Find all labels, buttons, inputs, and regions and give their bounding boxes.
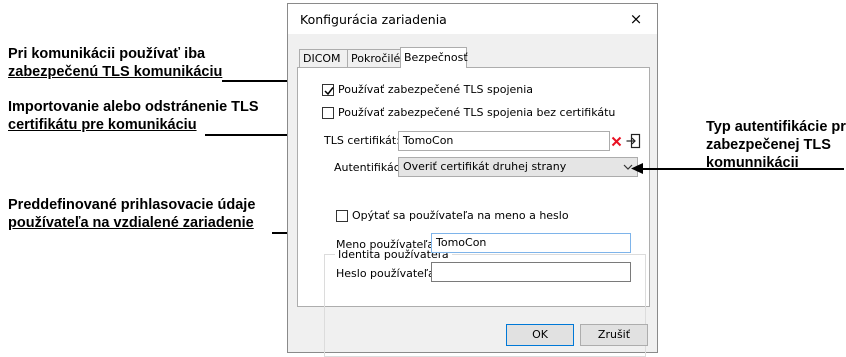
callout-auth-type: Typ autentifikácie pri zabezpečenej TLS … xyxy=(706,118,846,172)
close-icon[interactable]: × xyxy=(621,6,651,32)
tab-advanced[interactable]: Pokročilé xyxy=(347,49,401,67)
import-icon[interactable] xyxy=(626,133,641,149)
arrow-left-icon xyxy=(631,163,643,174)
callout-line: Importovanie alebo odstránenie TLS xyxy=(8,99,259,115)
security-panel: Používať zabezpečené TLS spojenia Použív… xyxy=(297,67,650,357)
tls-cert-label: TLS certifikát: xyxy=(324,134,400,147)
title-bar: Konfigurácia zariadenia × xyxy=(288,4,657,34)
use-tls-checkbox[interactable] xyxy=(322,84,334,96)
callout-cert-import: Importovanie alebo odstránenie TLS certi… xyxy=(8,98,259,134)
password-field[interactable] xyxy=(431,262,631,282)
dialog-title: Konfigurácia zariadenia xyxy=(300,12,447,27)
username-field[interactable]: TomoCon xyxy=(431,233,631,253)
authentication-select[interactable]: Overiť certifikát druhej strany xyxy=(398,157,638,177)
tls-cert-field: TomoCon xyxy=(398,131,610,151)
password-label: Heslo používateľa: xyxy=(336,267,439,280)
callout-line: zabezpečenej TLS xyxy=(706,137,831,153)
callout-line: Pri komunikácii používať iba xyxy=(8,46,206,62)
callout-line: Typ autentifikácie pri xyxy=(706,119,846,135)
username-label: Meno používateľa: xyxy=(336,238,438,251)
callout-line: zabezpečenú TLS komunikáciu xyxy=(8,64,223,80)
ok-button[interactable]: OK xyxy=(506,324,574,346)
ask-user-checkbox[interactable] xyxy=(336,210,348,222)
leader-line xyxy=(642,168,844,170)
checkmark-icon xyxy=(324,87,334,96)
tab-security[interactable]: Bezpečnosť xyxy=(400,47,468,68)
configuration-dialog: Konfigurácia zariadenia × DICOM Pokročil… xyxy=(287,3,658,357)
callout-line: Preddefinované prihlasovacie údaje xyxy=(8,197,256,213)
tab-dicom[interactable]: DICOM xyxy=(299,49,348,67)
cancel-button[interactable]: Zrušiť xyxy=(580,324,648,346)
ask-user-label: Opýtať sa používateľa na meno a heslo xyxy=(352,209,569,222)
callout-credentials: Preddefinované prihlasovacie údaje použí… xyxy=(8,196,255,232)
use-tls-no-cert-checkbox[interactable] xyxy=(322,107,334,119)
use-tls-label: Používať zabezpečené TLS spojenia xyxy=(338,83,534,96)
callout-tls-only: Pri komunikácii používať iba zabezpečenú… xyxy=(8,45,222,81)
authentication-value: Overiť certifikát druhej strany xyxy=(403,160,567,173)
callout-line: používateľa na vzdialené zariadenie xyxy=(8,215,254,231)
use-tls-no-cert-label: Používať zabezpečené TLS spojenia bez ce… xyxy=(338,106,616,119)
callout-line: certifikátu pre komunikáciu xyxy=(8,117,197,133)
remove-cert-icon[interactable] xyxy=(611,136,622,147)
